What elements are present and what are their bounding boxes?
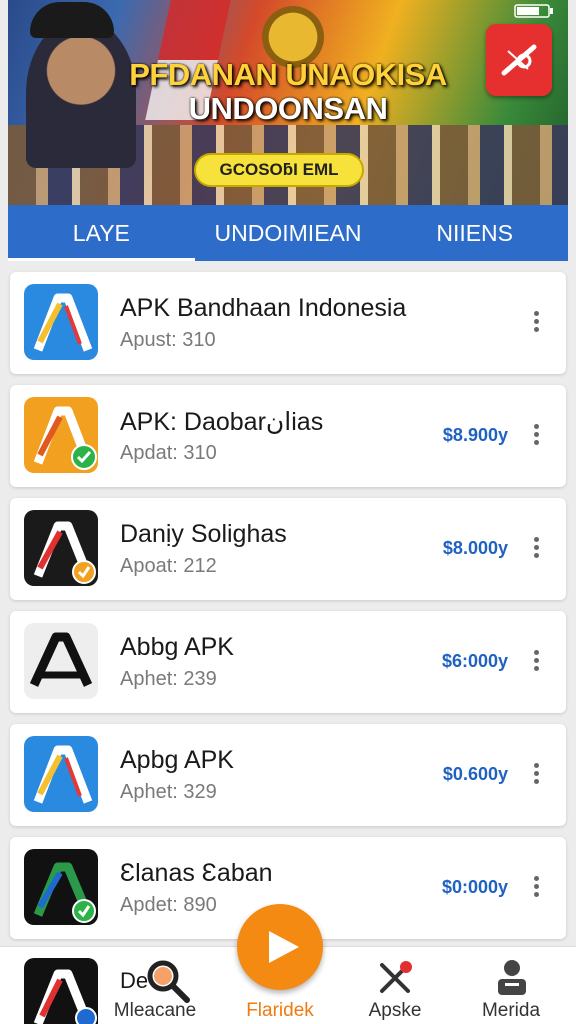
- more-vert-icon[interactable]: [526, 534, 546, 564]
- person-icon: [498, 960, 526, 995]
- a-logo-dark-icon: [24, 958, 98, 1024]
- nav-label: Apske: [368, 1000, 422, 1021]
- banner-pill-button[interactable]: GCOSOƃI EML: [194, 153, 364, 187]
- app-meta: Apdat: 310: [120, 442, 217, 464]
- more-vert-icon[interactable]: [526, 873, 546, 903]
- app-price: $8.900y: [442, 425, 508, 445]
- more-vert-icon[interactable]: [526, 308, 546, 338]
- peek-app-name: De: [120, 968, 149, 993]
- battery-icon: [514, 4, 553, 18]
- app-meta: Aphet: 329: [120, 781, 217, 803]
- a-logo-orange-icon: [24, 397, 98, 473]
- tab-niiens[interactable]: NIIENS: [381, 205, 568, 261]
- a-logo-green-icon: [24, 849, 98, 925]
- app-price: $8.000y: [442, 538, 508, 558]
- list-item[interactable]: Apbg APK Aphet: 329 $0.600y: [10, 724, 566, 826]
- app-price: $0:000y: [441, 877, 508, 897]
- tools-icon: [380, 961, 412, 993]
- app-price: $6:000y: [441, 651, 508, 671]
- play-icon: [269, 931, 299, 963]
- app-meta: Apust: 310: [120, 329, 216, 351]
- nav-label: Flaridek: [246, 1000, 314, 1021]
- banner-hat-image: [30, 2, 114, 38]
- banner-title: PFDANAN UNAOKISA UNDOONSAN: [118, 58, 458, 126]
- list-item[interactable]: Abbg APK Aphet: 239 $6:000y: [10, 611, 566, 713]
- app-name: Apbg APK: [120, 746, 234, 774]
- banner-title-line1: PFDANAN UNAOKISA: [129, 57, 447, 92]
- a-logo-dark-icon: [24, 510, 98, 586]
- hero-banner[interactable]: PFDANAN UNAOKISA UNDOONSAN GCOSOƃI EML: [8, 0, 568, 205]
- app-name: Ɛlanas Ɛaban: [120, 859, 273, 887]
- a-logo-gray-icon: [24, 623, 98, 699]
- play-fab-button[interactable]: [237, 904, 323, 990]
- nav-label: Merida: [481, 1000, 541, 1021]
- app-list: APK Bandhaan Indonesia Apust: 310 APK: D…: [10, 272, 566, 950]
- banner-title-line2: UNDOONSAN: [188, 91, 388, 126]
- more-vert-icon[interactable]: [526, 421, 546, 451]
- tab-undoimiean[interactable]: UNDOIMIEAN: [195, 205, 382, 261]
- more-vert-icon[interactable]: [526, 647, 546, 677]
- a-logo-blue-icon: [24, 736, 98, 812]
- app-price: $0.600y: [442, 764, 508, 784]
- list-item[interactable]: APK Bandhaan Indonesia Apust: 310: [10, 272, 566, 374]
- list-item[interactable]: Danịy Solighas Apoat: 212 $8.000y: [10, 498, 566, 600]
- nav-item-merida[interactable]: Merida: [466, 947, 556, 1024]
- app-name: APK Bandhaan Indonesia: [120, 294, 407, 322]
- more-vert-icon[interactable]: [526, 760, 546, 790]
- nav-item-apske[interactable]: Apske: [350, 947, 440, 1024]
- search-icon[interactable]: [145, 958, 191, 1004]
- tab-bar: LAYE UNDOIMIEAN NIIENS: [8, 205, 568, 261]
- app-meta: Aphet: 239: [120, 668, 217, 690]
- list-item[interactable]: APK: Daobarانias Apdat: 310 $8.900y: [10, 385, 566, 487]
- app-meta: Apdet: 890: [120, 894, 217, 916]
- app-meta: Apoat: 212: [120, 555, 217, 577]
- tab-laye[interactable]: LAYE: [8, 205, 195, 261]
- a-logo-blue-icon: [24, 284, 98, 360]
- app-name: Abbg APK: [120, 633, 234, 661]
- no-sign-icon: [501, 44, 537, 76]
- app-name: APK: Daobarانias: [120, 408, 324, 436]
- banner-badge-icon[interactable]: [486, 24, 552, 96]
- app-name: Danịy Solighas: [120, 520, 287, 548]
